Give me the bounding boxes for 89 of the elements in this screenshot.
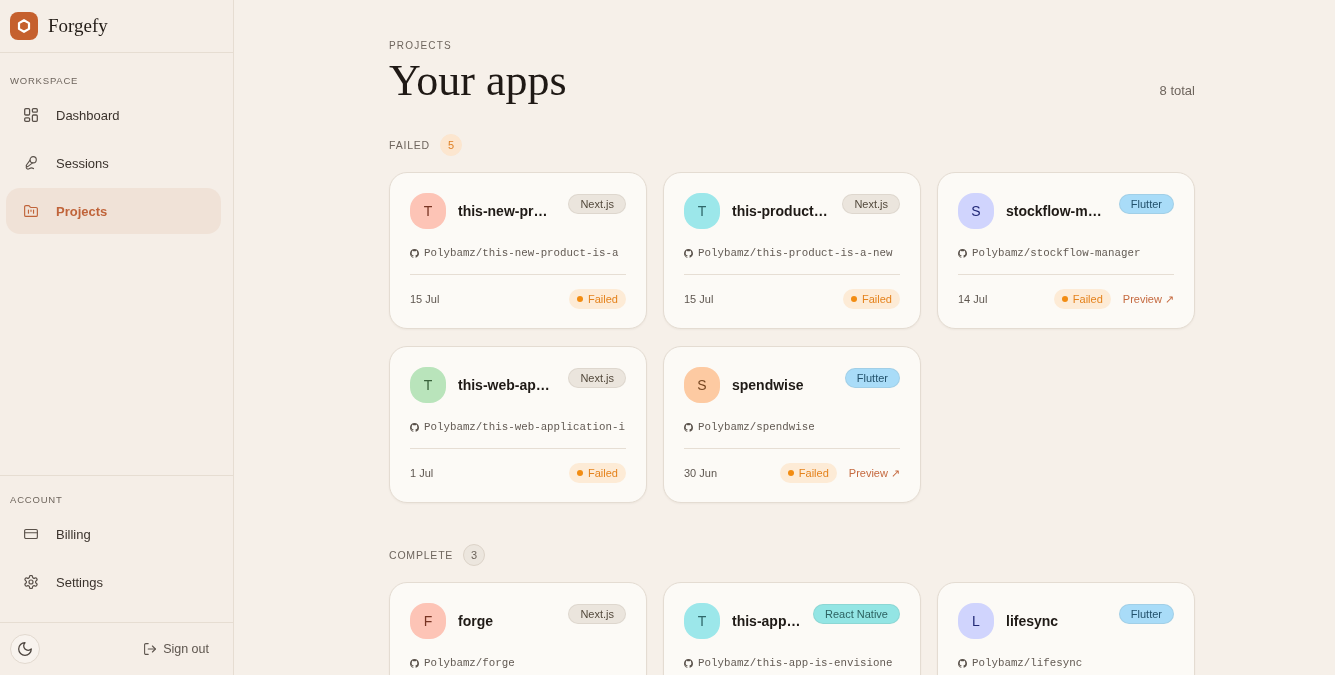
repo-path: Polybamz/this-web-application-i <box>424 421 625 433</box>
framework-tag: React Native <box>813 604 900 624</box>
theme-toggle-button[interactable] <box>10 634 40 664</box>
section-heading: ACCOUNT <box>9 494 63 506</box>
settings-icon <box>24 575 38 589</box>
count-badge: 3 <box>463 544 486 566</box>
github-icon <box>684 248 693 258</box>
folder-icon <box>24 204 38 218</box>
repo-path: Polybamz/spendwise <box>698 421 815 433</box>
app-avatar: T <box>410 367 446 403</box>
app-avatar: T <box>684 603 720 639</box>
dashboard-icon <box>24 108 38 122</box>
app-name: this-web-ap… <box>458 377 550 393</box>
github-icon <box>958 658 967 668</box>
app-avatar: T <box>684 193 720 229</box>
repo-path: Polybamz/forge <box>424 657 515 669</box>
total-count: 8 total <box>1159 83 1195 98</box>
page-title: Your apps <box>389 55 567 107</box>
app-name: this-product… <box>732 203 828 219</box>
status-dot-icon <box>577 296 584 302</box>
app-card[interactable]: S spendwise Flutter Polybamz/spendwise 30 Jun Failed Preview ↗ <box>663 346 921 503</box>
moon-icon <box>18 642 32 656</box>
framework-tag: Flutter <box>844 368 900 388</box>
repo-path: Polybamz/stockflow-manager <box>972 247 1141 259</box>
app-card[interactable]: T this-product… Next.js Polybamz/this-product-is-a-new 15 Jul Failed <box>663 172 921 329</box>
microphone-icon <box>24 156 38 170</box>
repo-path: Polybamz/this-app-is-envisione <box>698 657 893 669</box>
date-label: 15 Jul <box>410 292 440 307</box>
status-label: Failed <box>588 467 618 479</box>
app-card[interactable]: T this-web-ap… Next.js Polybamz/this-web-application-i 1 Jul Failed <box>389 346 647 503</box>
framework-tag: Flutter <box>1118 604 1174 624</box>
nav-item[interactable]: Billing <box>6 511 221 557</box>
app-name: spendwise <box>732 377 804 393</box>
status-label: Failed <box>798 467 829 479</box>
github-icon <box>684 658 693 668</box>
app-card[interactable]: T this-new-pr… Next.js Polybamz/this-new-product-is-a 15 Jul Failed <box>389 172 647 329</box>
hexagon-logo-icon <box>10 12 38 40</box>
status-dot-icon <box>1061 296 1068 302</box>
repo-path: Polybamz/lifesync <box>972 657 1083 669</box>
app-card[interactable]: L lifesync Flutter Polybamz/lifesync <box>937 582 1195 675</box>
section-heading: WORKSPACE <box>9 75 79 87</box>
app-avatar: S <box>684 367 720 403</box>
date-label: 14 Jul <box>958 292 988 307</box>
framework-tag: Flutter <box>1118 194 1174 214</box>
framework-tag: Next.js <box>842 194 900 214</box>
sign-out-button[interactable]: Sign out <box>144 642 209 656</box>
brand-name: Forgefy <box>48 14 108 38</box>
status-dot-icon <box>851 296 858 302</box>
framework-tag: Next.js <box>568 194 626 214</box>
app-name: this-app… <box>732 613 801 629</box>
app-avatar: S <box>958 193 994 229</box>
framework-tag: Next.js <box>568 604 626 624</box>
framework-tag: Next.js <box>568 368 626 388</box>
github-icon <box>410 658 419 668</box>
app-card[interactable]: F forge Next.js Polybamz/forge <box>389 582 647 675</box>
app-name: stockflow-m… <box>1006 203 1102 219</box>
date-label: 15 Jul <box>684 292 714 307</box>
app-card[interactable]: S stockflow-m… Flutter Polybamz/stockflow-manager 14 Jul Failed Preview ↗ <box>937 172 1195 329</box>
section-title: COMPLETE <box>389 549 454 561</box>
status-dot-icon <box>577 470 584 476</box>
nav-item[interactable]: Dashboard <box>6 92 221 138</box>
credit-card-icon <box>24 527 38 541</box>
status-label: Failed <box>588 293 618 305</box>
app-avatar: F <box>410 603 446 639</box>
preview-link[interactable]: Preview ↗ <box>1122 292 1174 306</box>
app-avatar: T <box>410 193 446 229</box>
section-title: FAILED <box>389 139 430 151</box>
date-label: 30 Jun <box>684 466 718 481</box>
app-avatar: L <box>958 603 994 639</box>
nav-item[interactable]: Sessions <box>6 140 221 186</box>
app-name: lifesync <box>1006 613 1059 629</box>
status-dot-icon <box>787 470 794 476</box>
github-icon <box>958 248 967 258</box>
preview-link[interactable]: Preview ↗ <box>848 466 900 480</box>
github-icon <box>410 248 419 258</box>
repo-path: Polybamz/this-new-product-is-a <box>424 247 619 259</box>
app-name: forge <box>458 613 493 629</box>
sign-out-icon <box>144 643 157 655</box>
count-badge: 5 <box>440 134 462 156</box>
app-card[interactable]: T this-app… React Native Polybamz/this-app-is-envisione <box>663 582 921 675</box>
github-icon <box>410 422 419 432</box>
page-eyebrow: PROJECTS <box>389 39 452 53</box>
date-label: 1 Jul <box>410 466 434 481</box>
status-label: Failed <box>862 293 892 305</box>
app-name: this-new-pr… <box>458 203 548 219</box>
nav-item[interactable]: Settings <box>6 559 221 605</box>
repo-path: Polybamz/this-product-is-a-new <box>698 247 893 259</box>
github-icon <box>684 422 693 432</box>
status-label: Failed <box>1072 293 1103 305</box>
